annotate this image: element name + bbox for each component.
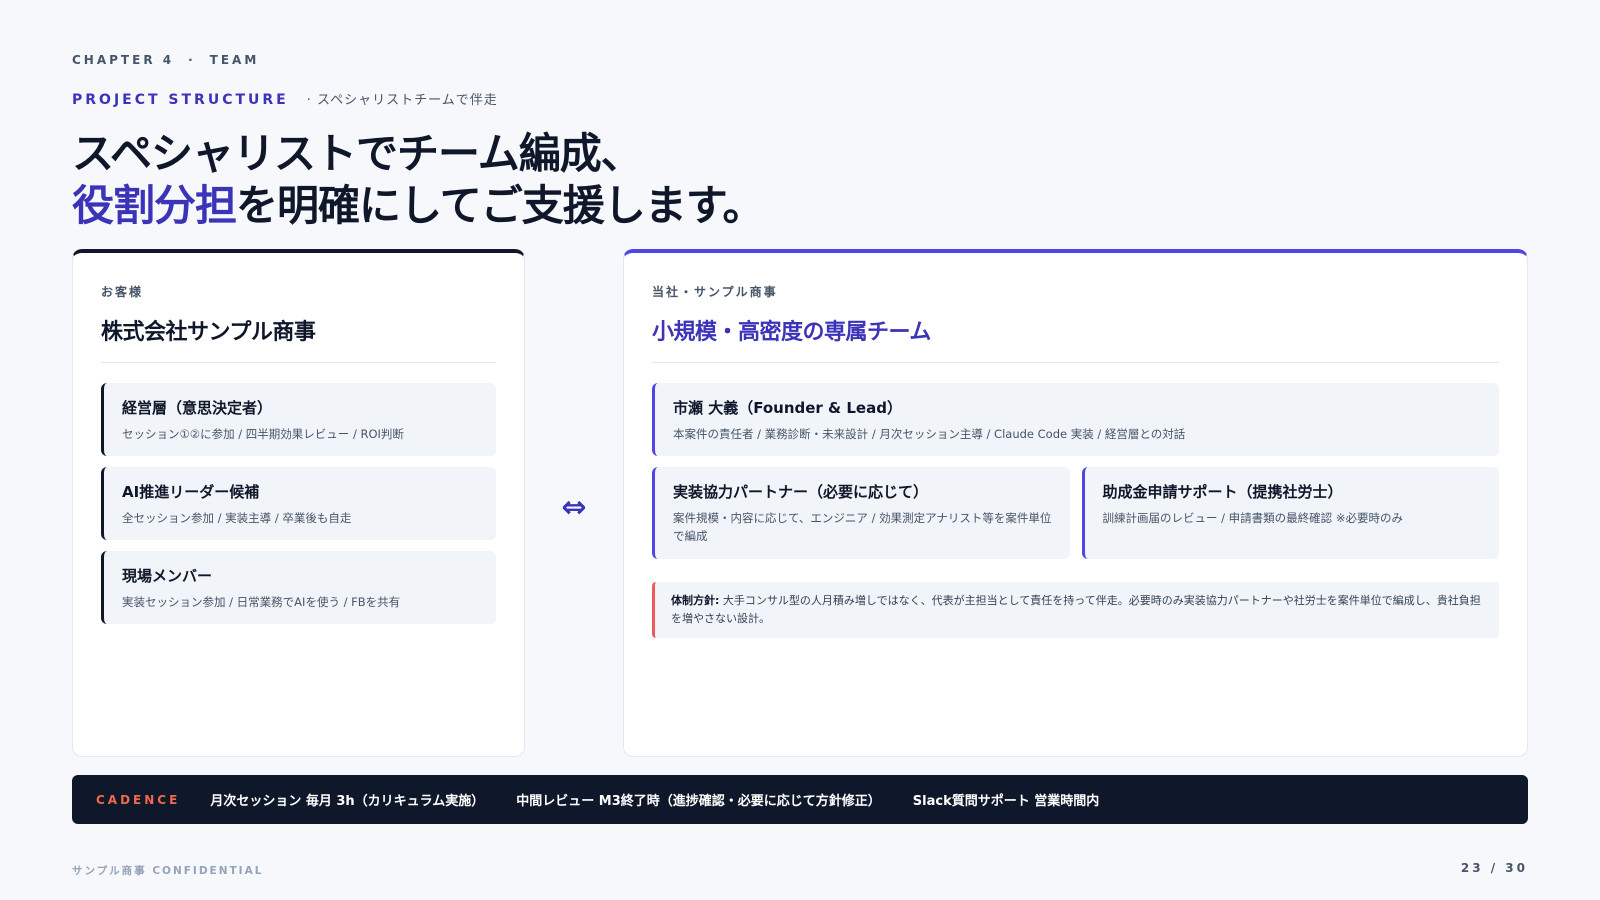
role-card-subsidy-support: 助成金申請サポート（提携社労士） 訓練計画届のレビュー / 申請書類の最終確認 … <box>1081 467 1499 559</box>
page-number: 23 / 30 <box>1460 861 1528 875</box>
partner-row: 実装協力パートナー（必要に応じて） 案件規模・内容に応じて、エンジニア / 効果… <box>652 467 1499 559</box>
divider <box>101 362 496 363</box>
role-title: 経営層（意思決定者） <box>122 399 273 417</box>
cadence-item-slack: Slack質問サポート 営業時間内 <box>912 794 1100 809</box>
role-card-executive: 経営層（意思決定者） セッション①②に参加 / 四半期効果レビュー / ROI判… <box>101 383 496 456</box>
role-desc: セッション①②に参加 / 四半期効果レビュー / ROI判断 <box>122 427 404 441</box>
section-label: PROJECT STRUCTURE <box>72 92 289 108</box>
chapter-separator: · <box>188 53 196 67</box>
title-accent: 役割分担 <box>72 181 237 230</box>
chapter-name: TEAM <box>209 53 260 67</box>
role-title: 市瀬 大義（Founder & Lead） <box>673 399 902 417</box>
page-title: スペシャリストでチーム編成、 役割分担を明確にしてご支援します。 <box>72 128 765 232</box>
client-title: 株式会社サンプル商事 <box>101 320 316 345</box>
vendor-title: 小規模・高密度の専属チーム <box>652 320 931 345</box>
vendor-panel: 当社・サンプル商事 小規模・高密度の専属チーム 市瀬 大義（Founder & … <box>623 249 1528 757</box>
role-desc: 全セッション参加 / 実装主導 / 卒業後も自走 <box>122 511 352 525</box>
cadence-bar: CADENCE 月次セッション 毎月 3h（カリキュラム実施） 中間レビュー M… <box>72 775 1528 824</box>
client-panel: お客様 株式会社サンプル商事 経営層（意思決定者） セッション①②に参加 / 四… <box>72 249 525 757</box>
divider <box>652 362 1499 363</box>
role-desc: 本案件の責任者 / 業務診断・未来設計 / 月次セッション主導 / Claude… <box>673 427 1186 441</box>
policy-note: 体制方針: 大手コンサル型の人月積み増しではなく、代表が主担当として責任を持って… <box>652 582 1499 638</box>
section-subtitle: · スペシャリストチームで伴走 <box>306 93 498 108</box>
client-role-list: 経営層（意思決定者） セッション①②に参加 / 四半期効果レビュー / ROI判… <box>101 383 496 624</box>
cadence-item-monthly: 月次セッション 毎月 3h（カリキュラム実施） <box>210 794 485 809</box>
role-title: 現場メンバー <box>122 567 213 585</box>
chapter-number: CHAPTER 4 <box>72 53 175 67</box>
role-card-ai-leader: AI推進リーダー候補 全セッション参加 / 実装主導 / 卒業後も自走 <box>101 467 496 540</box>
role-title: 助成金申請サポート（提携社労士） <box>1102 483 1343 501</box>
policy-label: 体制方針: <box>671 594 720 607</box>
role-desc: 実装セッション参加 / 日常業務でAIを使う / FBを共有 <box>122 595 401 609</box>
role-title: AI推進リーダー候補 <box>122 483 260 501</box>
role-title: 実装協力パートナー（必要に応じて） <box>673 483 929 501</box>
footer-confidential: サンプル商事 CONFIDENTIAL <box>72 865 264 877</box>
role-card-lead: 市瀬 大義（Founder & Lead） 本案件の責任者 / 業務診断・未来設… <box>652 383 1499 456</box>
title-line-2: を明確にしてご支援します。 <box>236 181 765 230</box>
client-label: お客様 <box>101 285 144 299</box>
role-card-members: 現場メンバー 実装セッション参加 / 日常業務でAIを使う / FBを共有 <box>101 551 496 624</box>
role-desc: 案件規模・内容に応じて、エンジニア / 効果測定アナリスト等を案件単位で編成 <box>673 511 1052 543</box>
section-heading: PROJECT STRUCTURE · スペシャリストチームで伴走 <box>72 89 498 108</box>
chapter-label: CHAPTER 4 · TEAM <box>72 53 259 67</box>
bidirectional-arrow-icon: ⇔ <box>561 490 587 525</box>
vendor-label: 当社・サンプル商事 <box>652 285 778 299</box>
role-desc: 訓練計画届のレビュー / 申請書類の最終確認 ※必要時のみ <box>1102 511 1403 525</box>
cadence-label: CADENCE <box>96 792 181 807</box>
policy-text: 大手コンサル型の人月積み増しではなく、代表が主担当として責任を持って伴走。必要時… <box>671 594 1481 625</box>
role-card-implementation-partner: 実装協力パートナー（必要に応じて） 案件規模・内容に応じて、エンジニア / 効果… <box>652 467 1070 559</box>
title-line-1: スペシャリストでチーム編成、 <box>72 129 643 178</box>
cadence-item-midterm: 中間レビュー M3終了時（進捗確認・必要に応じて方針修正） <box>516 794 881 809</box>
